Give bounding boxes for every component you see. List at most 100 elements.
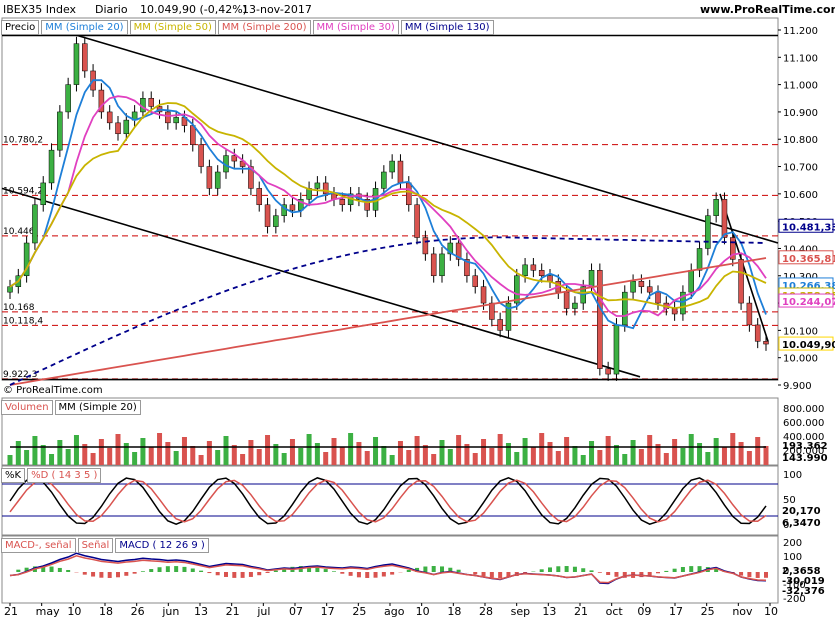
x-axis-label: 10 bbox=[416, 605, 430, 618]
volume-bar bbox=[688, 434, 694, 465]
volume-bar bbox=[672, 439, 678, 465]
candle-body bbox=[630, 280, 636, 293]
candle-body bbox=[480, 286, 487, 304]
macd-histogram-bar bbox=[423, 566, 428, 572]
legend-macd-signal[interactable]: MACD-, señal bbox=[1, 538, 76, 553]
macd-histogram-bar bbox=[656, 572, 660, 574]
candle-body bbox=[430, 253, 437, 277]
volume-bar bbox=[489, 448, 495, 465]
candle-body bbox=[406, 182, 412, 206]
x-axis-label: 21 bbox=[226, 605, 240, 618]
macd-histogram-bar bbox=[390, 572, 395, 575]
volume-bar bbox=[514, 452, 520, 465]
volume-bar bbox=[580, 455, 586, 465]
x-axis-label: may bbox=[36, 605, 60, 618]
pane-frame bbox=[1, 17, 779, 381]
macd-histogram-bar bbox=[606, 572, 611, 576]
volume-bar bbox=[638, 449, 644, 465]
volume-bar bbox=[165, 442, 171, 465]
candle-body bbox=[73, 43, 80, 85]
candle-body bbox=[489, 302, 495, 320]
volume-bar bbox=[57, 440, 63, 465]
candle-body bbox=[530, 264, 537, 271]
volume-bar bbox=[306, 434, 312, 465]
ma130-line bbox=[9, 236, 767, 386]
legend-senal[interactable]: Señal bbox=[77, 538, 114, 553]
macd-histogram-bar bbox=[91, 572, 96, 577]
candle-body bbox=[273, 215, 279, 227]
macd-histogram-bar bbox=[165, 566, 170, 572]
volume-bar bbox=[481, 439, 487, 465]
candle-body bbox=[655, 291, 661, 304]
x-axis-label: nov bbox=[732, 605, 753, 618]
stoch-k-line bbox=[9, 476, 767, 526]
candle-body bbox=[57, 111, 63, 151]
candle-body bbox=[123, 119, 130, 135]
volume-bar bbox=[32, 436, 38, 465]
macd-histogram-bar bbox=[207, 572, 212, 574]
macd-histogram-bar bbox=[539, 569, 544, 572]
candle-body bbox=[738, 259, 744, 304]
legend-mm20[interactable]: MM (Simple 20) bbox=[41, 20, 128, 35]
legend-k[interactable]: %K bbox=[1, 468, 26, 483]
candle-body bbox=[165, 111, 171, 124]
macd-histogram-bar bbox=[348, 572, 353, 576]
x-axis-label: sep bbox=[511, 605, 530, 618]
price-tick-label: 11.000 bbox=[783, 81, 818, 92]
macd-histogram-bar bbox=[124, 572, 129, 576]
macd-histogram-bar bbox=[82, 572, 87, 575]
volume-bar bbox=[173, 451, 179, 465]
macd-histogram-bar bbox=[572, 566, 577, 572]
volume-bar bbox=[265, 435, 271, 465]
macd-histogram-bar bbox=[406, 569, 411, 572]
macd-histogram-bar bbox=[356, 572, 361, 578]
stoch-badge: 6,3470 bbox=[782, 518, 821, 529]
legend-mm130[interactable]: MM (Simple 130) bbox=[400, 20, 494, 35]
volume-bar bbox=[190, 446, 196, 465]
price-tick-label: 9.900 bbox=[783, 381, 812, 392]
volume-bar bbox=[422, 445, 428, 465]
candle-body bbox=[173, 117, 179, 124]
macd-histogram-bar bbox=[57, 567, 62, 572]
legend-mm50[interactable]: MM (Simple 50) bbox=[129, 20, 216, 35]
stoch-badge: 20,170 bbox=[782, 506, 821, 517]
candle-body bbox=[314, 182, 321, 189]
legend-macd[interactable]: MACD ( 12 26 9 ) bbox=[115, 538, 209, 553]
legend-volumen[interactable]: Volumen bbox=[1, 400, 53, 415]
legend-d[interactable]: %D ( 14 3 5 ) bbox=[27, 468, 102, 483]
macd-histogram-bar bbox=[323, 569, 328, 572]
price-tick-label: 10.800 bbox=[783, 135, 818, 146]
legend-mm200[interactable]: MM (Simple 200) bbox=[217, 20, 311, 35]
volume-bar bbox=[705, 452, 711, 465]
candle-body bbox=[256, 188, 262, 206]
candle-body bbox=[763, 341, 769, 345]
macd-histogram-bar bbox=[199, 570, 204, 572]
x-axis-label: 28 bbox=[479, 605, 493, 618]
x-axis-label: 21 bbox=[574, 605, 588, 618]
macd-histogram-bar bbox=[107, 572, 112, 578]
volume-bar bbox=[323, 452, 329, 465]
x-axis-label: 21 bbox=[4, 605, 18, 618]
x-axis-label: ago bbox=[384, 605, 405, 618]
legend-vol-mm20[interactable]: MM (Simple 20) bbox=[54, 400, 141, 415]
candle-body bbox=[322, 182, 329, 195]
macd-histogram-bar bbox=[332, 571, 336, 572]
macd-histogram-bar bbox=[340, 572, 345, 574]
candle-body bbox=[696, 248, 703, 271]
legend-mm30[interactable]: MM (Simple 30) bbox=[312, 20, 399, 35]
macd-histogram-bar bbox=[257, 572, 262, 576]
macd-legend: MACD-, señal Señal MACD ( 12 26 9 ) bbox=[1, 538, 211, 553]
volume-bar bbox=[356, 442, 362, 465]
candle-body bbox=[688, 270, 694, 293]
candle-body bbox=[472, 275, 478, 287]
macd-histogram-bar bbox=[149, 569, 154, 572]
volume-tick-label: 800.000 bbox=[783, 404, 824, 415]
price-tick-label: 11.200 bbox=[783, 26, 818, 37]
x-axis-label: 26 bbox=[131, 605, 145, 618]
volume-bar bbox=[148, 447, 154, 465]
candle-body bbox=[613, 324, 620, 375]
legend-precio[interactable]: Precio bbox=[1, 20, 40, 35]
volume-bar bbox=[630, 440, 636, 465]
macd-badge: -32,376 bbox=[782, 586, 825, 597]
macd-histogram-bar bbox=[215, 572, 220, 576]
